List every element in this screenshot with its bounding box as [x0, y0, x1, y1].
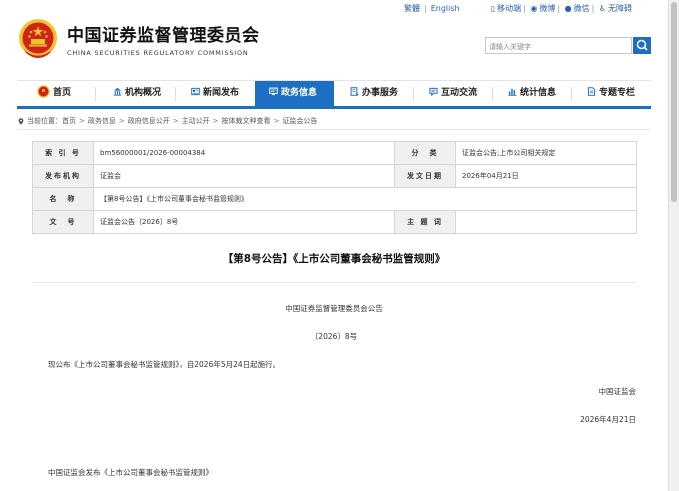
nav-home[interactable]: 首页 [37, 81, 71, 106]
subject-value [455, 210, 637, 234]
breadcrumb: 当前位置：首页 > 政务信息 > 政府信息公开 > 主动公开 > 按体裁文种查看 > 证监会公告 [18, 116, 317, 126]
publisher-label: 发布机构 [32, 164, 94, 188]
name-value: 【第8号公告】《上市公司董事会秘书监管规则》 [93, 187, 637, 211]
wechat-link[interactable]: 微信 [574, 4, 590, 13]
table-row: 文 号 证监会公告〔2026〕8号 主 题 词 [32, 210, 637, 234]
date-label: 发文日期 [394, 164, 456, 188]
scrollbar-thumb[interactable] [671, 2, 677, 202]
nav-divider [413, 87, 414, 101]
breadcrumb-divider [17, 129, 651, 130]
breadcrumb-prefix: 当前位置： [27, 117, 62, 125]
signature: 中国证监会 [598, 387, 637, 396]
table-row: 发布机构 证监会 发文日期 2026年04月21日 [32, 164, 637, 188]
table-row: 名 称 【第8号公告】《上市公司董事会秘书监管规则》 [32, 187, 637, 211]
main-nav: 首页 机构概况 新闻发布 政务信息 办事服务 互动交流 统计信息 专题专栏 [17, 80, 651, 109]
doc-number-value: 证监会公告〔2026〕8号 [93, 210, 395, 234]
nav-special-topics[interactable]: 专题专栏 [587, 81, 635, 106]
doc-number-label: 文 号 [32, 210, 94, 234]
monitor-icon [269, 87, 278, 96]
nav-divider [492, 87, 493, 101]
index-label: 索 引 号 [32, 141, 94, 165]
article-title: 【第8号公告】《上市公司董事会秘书监管规则》 [222, 253, 446, 265]
nav-divider [571, 87, 572, 101]
announcement-number: 〔2026〕8号 [310, 332, 358, 341]
page: 繁體 | English ▯ 移动端 | ◉ 微博 | ● 微信 | ♿ 无障碍 中国证券监督管理… [0, 0, 668, 491]
accessibility-link[interactable]: 无障碍 [608, 4, 632, 13]
document-meta-table: 索 引 号 bm56000001/2026-00004384 分 类 证监会公告… [32, 141, 637, 234]
nav-services[interactable]: 办事服务 [350, 81, 398, 106]
accessibility-icon: ♿ [598, 4, 606, 13]
news-icon [191, 87, 200, 96]
name-label: 名 称 [32, 187, 94, 211]
site-title-english: CHINA SECURITIES REGULATORY COMMISSION [67, 49, 249, 57]
table-row: 索 引 号 bm56000001/2026-00004384 分 类 证监会公告… [32, 141, 637, 165]
sign-date: 2026年4月21日 [580, 415, 636, 424]
nav-divider [175, 87, 176, 101]
chat-icon [429, 87, 438, 96]
article-divider [32, 282, 636, 283]
weibo-icon: ◉ [530, 4, 538, 13]
file-icon [587, 87, 596, 96]
mobile-link[interactable]: 移动端 [497, 4, 521, 13]
publisher-value: 证监会 [93, 164, 395, 188]
nav-statistics[interactable]: 统计信息 [508, 81, 556, 106]
search-icon [636, 39, 648, 51]
breadcrumb-item-by-genre[interactable]: 按体裁文种查看 [222, 117, 271, 125]
breadcrumb-item-gov-info[interactable]: 政务信息 [88, 117, 116, 125]
article-body: 现公布《上市公司董事会秘书监管规则》，自2026年5月24日起施行。 [48, 360, 281, 369]
national-emblem-logo [19, 19, 57, 58]
nav-divider [95, 87, 96, 101]
bar-chart-icon [508, 88, 517, 96]
attachment-link[interactable]: 中国证监会发布《上市公司董事会秘书监管规则》 [48, 467, 213, 478]
english-link[interactable]: English [431, 4, 460, 13]
search-button[interactable] [633, 37, 651, 54]
search-input[interactable]: 请输入关键字 [485, 37, 632, 54]
mobile-icon: ▯ [490, 4, 496, 13]
building-icon [113, 87, 122, 96]
breadcrumb-item-announcements[interactable]: 证监会公告 [282, 117, 317, 125]
subject-label: 主 题 词 [394, 210, 456, 234]
emblem-icon [37, 85, 50, 98]
breadcrumb-item-disclosure[interactable]: 政府信息公开 [128, 117, 170, 125]
weibo-link[interactable]: 微博 [539, 4, 555, 13]
category-value: 证监会公告;上市公司相关规定 [455, 141, 637, 165]
date-value: 2026年04月21日 [455, 164, 637, 188]
vertical-scrollbar[interactable] [668, 0, 679, 491]
nav-government-info[interactable]: 政务信息 [255, 81, 334, 106]
nav-organization[interactable]: 机构概况 [113, 81, 161, 106]
breadcrumb-item-active-disclosure[interactable]: 主动公开 [182, 117, 210, 125]
top-links: 繁體 | English ▯ 移动端 | ◉ 微博 | ● 微信 | ♿ 无障碍 [404, 4, 632, 13]
wechat-icon: ● [564, 4, 572, 13]
site-title: 中国证券监督管理委员会 [67, 26, 260, 46]
nav-interaction[interactable]: 互动交流 [429, 81, 477, 106]
category-label: 分 类 [394, 141, 456, 165]
index-value: bm56000001/2026-00004384 [93, 141, 395, 165]
issuer-heading: 中国证券监督管理委员会公告 [285, 304, 383, 313]
breadcrumb-item-home[interactable]: 首页 [62, 117, 76, 125]
nav-news[interactable]: 新闻发布 [191, 81, 239, 106]
document-icon [350, 87, 359, 96]
location-pin-icon [18, 117, 24, 125]
traditional-chinese-link[interactable]: 繁體 [404, 4, 420, 13]
